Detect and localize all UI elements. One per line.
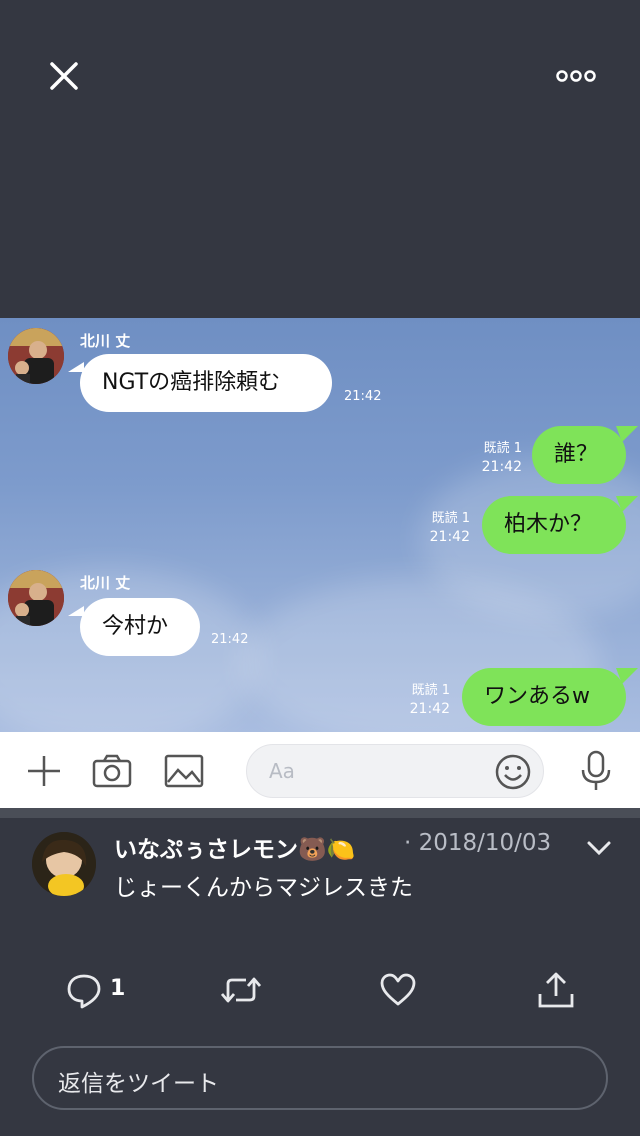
message-bubble-incoming[interactable]: 今村か <box>80 598 200 656</box>
tweet-date: · 2018/10/03 <box>404 830 552 856</box>
message-bubble-outgoing[interactable]: 柏木か？ <box>482 496 626 554</box>
message-bubble-outgoing[interactable]: 誰？ <box>532 426 626 484</box>
read-receipt: 既読 1 21:42 <box>470 440 522 476</box>
more-dots-icon[interactable] <box>552 62 600 90</box>
reply-count: 1 <box>110 976 126 1001</box>
reply-tweet-input[interactable]: 返信をツイート <box>32 1046 608 1110</box>
retweet-icon[interactable] <box>220 970 262 1010</box>
chevron-down-icon[interactable] <box>586 838 612 858</box>
microphone-icon[interactable] <box>576 750 616 792</box>
sender-name: 北川 丈 <box>80 332 131 350</box>
author-name[interactable]: いなぷぅさレモン🐻🍋 <box>114 830 355 864</box>
message-time: 21:42 <box>211 632 249 647</box>
message-time: 21:42 <box>409 701 450 717</box>
tweet-text: じょーくんからマジレスきた <box>114 875 413 901</box>
reply-icon[interactable] <box>66 970 102 1010</box>
bubble-tail <box>616 668 638 684</box>
like-heart-icon[interactable] <box>378 970 418 1010</box>
message-time: 21:42 <box>344 389 382 404</box>
sender-avatar[interactable] <box>8 328 64 384</box>
bubble-tail <box>616 426 638 442</box>
read-receipt: 既読 1 21:42 <box>398 682 450 718</box>
chat-input-bar: Aa <box>0 732 640 808</box>
divider <box>0 808 640 818</box>
message-bubble-outgoing[interactable]: ワンあるw <box>462 668 626 726</box>
author-avatar[interactable] <box>32 832 96 896</box>
message-placeholder: Aa <box>269 759 295 783</box>
message-bubble-incoming[interactable]: NGTの癌排除頼む <box>80 354 332 412</box>
read-label: 既読 1 <box>431 511 470 526</box>
media-viewer-header <box>0 0 640 318</box>
read-label: 既読 1 <box>483 441 522 456</box>
image-icon[interactable] <box>164 754 204 788</box>
share-icon[interactable] <box>536 970 576 1010</box>
message-input[interactable]: Aa <box>246 744 544 798</box>
read-label: 既読 1 <box>411 683 450 698</box>
sender-name: 北川 丈 <box>80 574 131 592</box>
read-receipt: 既読 1 21:42 <box>418 510 470 546</box>
tweet: いなぷぅさレモン🐻🍋 · 2018/10/03 じょーくんからマジレスきた 1 … <box>0 818 640 1136</box>
plus-icon[interactable] <box>24 754 64 788</box>
bubble-tail <box>616 496 638 512</box>
chat-screenshot: 北川 丈 NGTの癌排除頼む 21:42 既読 1 21:42 誰？ 既読 1 … <box>0 318 640 732</box>
sender-avatar[interactable] <box>8 570 64 626</box>
reply-placeholder: 返信をツイート <box>58 1071 219 1097</box>
close-icon[interactable] <box>44 56 84 96</box>
camera-icon[interactable] <box>92 754 132 788</box>
message-time: 21:42 <box>429 529 470 545</box>
message-time: 21:42 <box>481 459 522 475</box>
emoji-icon[interactable] <box>495 754 531 790</box>
